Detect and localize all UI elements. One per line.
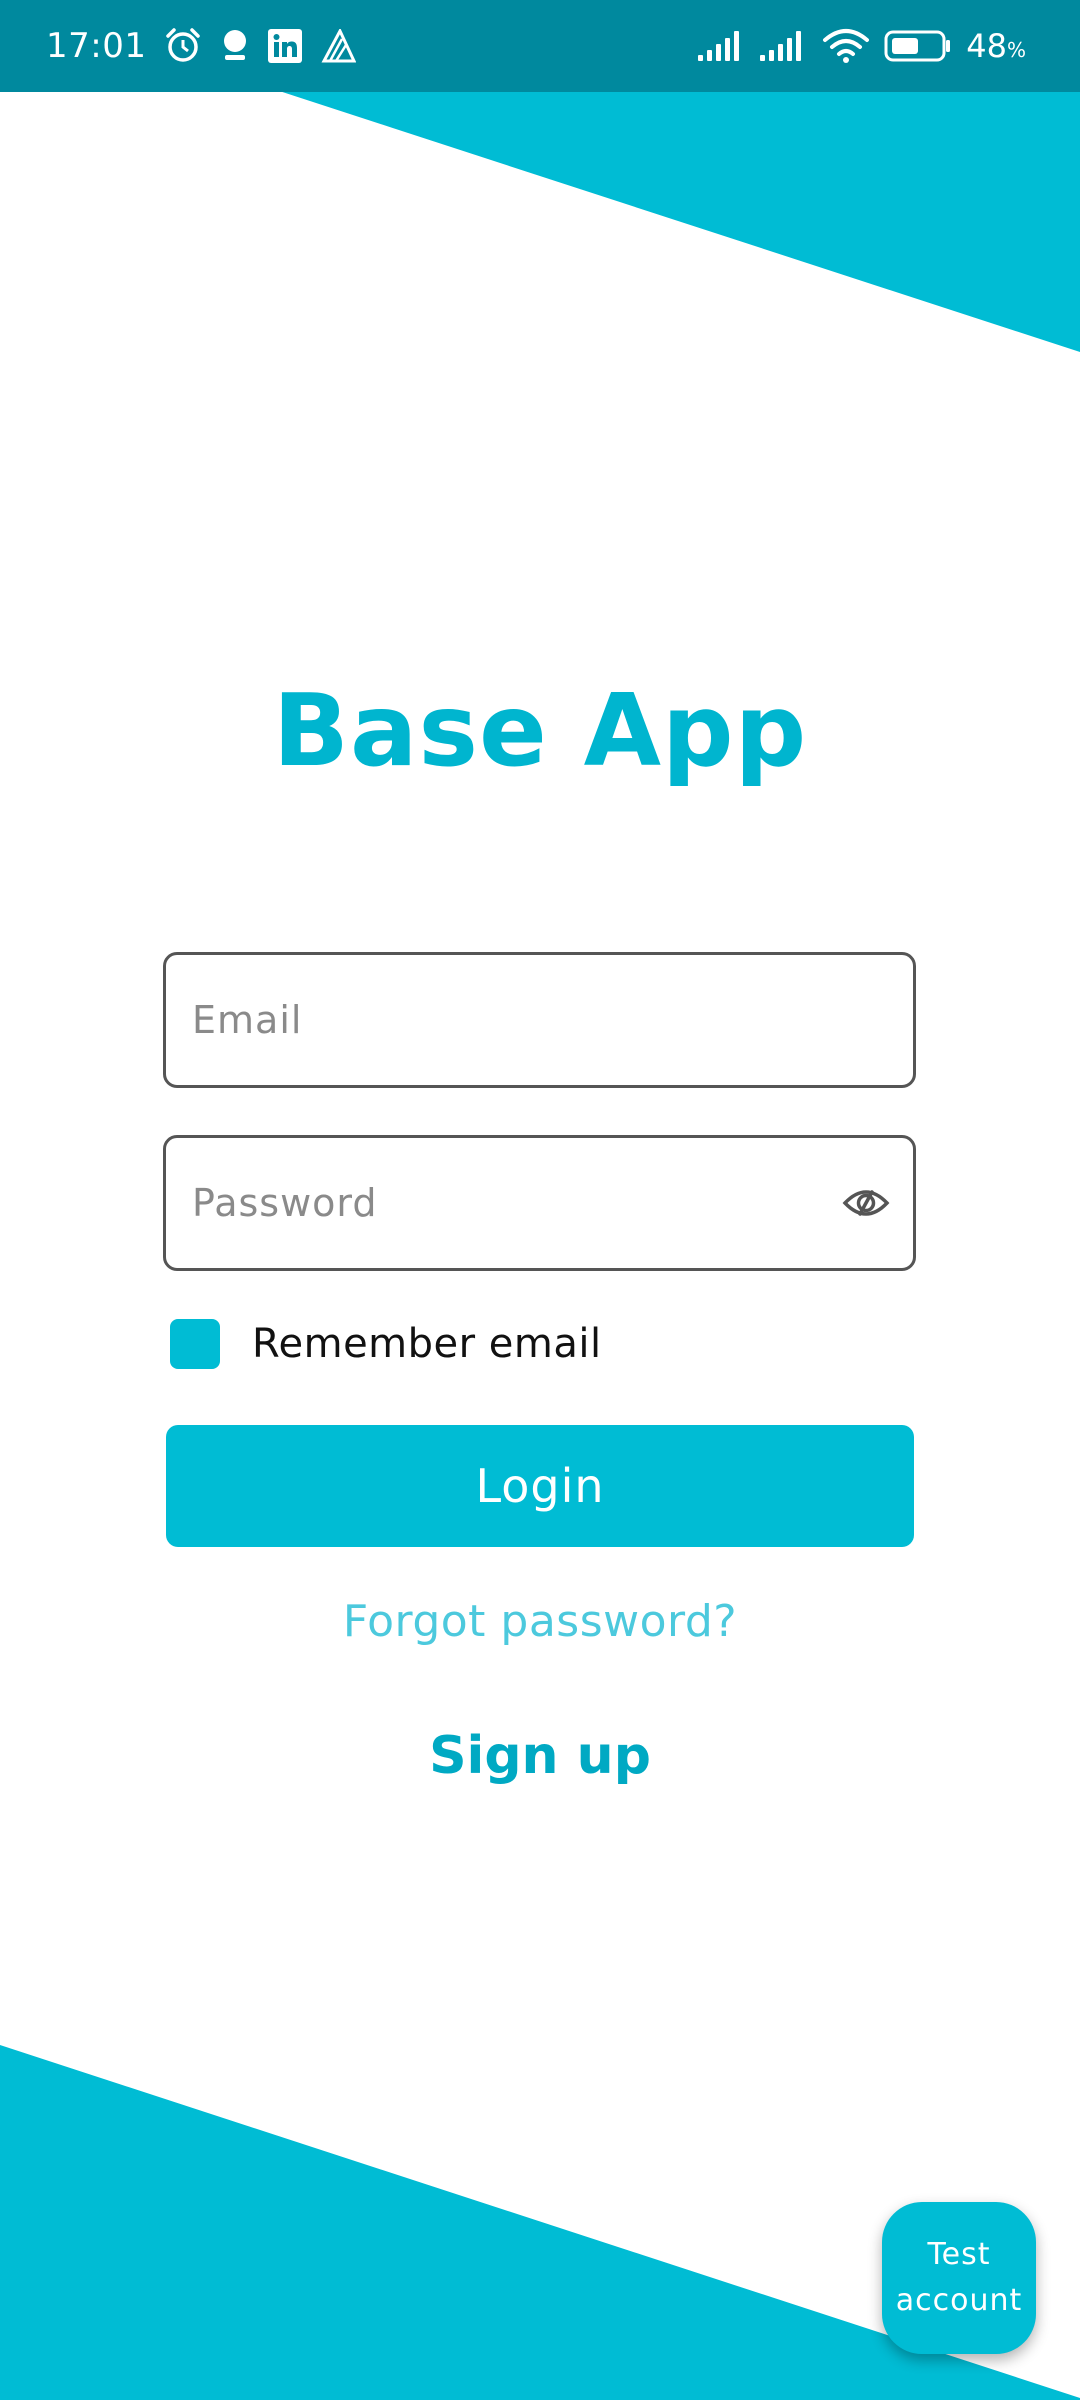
status-right: 48% — [698, 0, 1026, 92]
remember-email-checkbox[interactable] — [170, 1319, 220, 1369]
remember-email-label[interactable]: Remember email — [252, 1321, 602, 1367]
test-account-button[interactable]: Test account — [882, 2202, 1036, 2354]
password-field[interactable] — [166, 1138, 913, 1268]
signal-icon — [760, 31, 808, 61]
status-bar: 17:01 48% — [0, 0, 1080, 92]
password-field-container[interactable] — [163, 1135, 916, 1271]
battery-percent: 48% — [966, 27, 1026, 65]
login-button[interactable]: Login — [166, 1425, 914, 1547]
alarm-icon — [164, 27, 202, 65]
email-field-container[interactable] — [163, 952, 916, 1088]
linkedin-icon — [268, 29, 303, 63]
test-account-line1: Test — [927, 2237, 991, 2272]
signal-icon — [698, 31, 746, 61]
app-title: Base App — [272, 672, 808, 789]
wifi-icon — [822, 28, 870, 64]
email-field[interactable] — [166, 955, 913, 1085]
eye-icon[interactable] — [841, 1183, 891, 1223]
remember-email-row: Remember email — [170, 1318, 602, 1370]
notification-icon — [220, 28, 250, 64]
sign-up-link[interactable]: Sign up — [0, 1726, 1080, 1786]
status-time: 17:01 — [46, 26, 147, 66]
forgot-password-link[interactable]: Forgot password? — [0, 1596, 1080, 1647]
test-account-line2: account — [895, 2283, 1023, 2318]
status-left: 17:01 — [46, 0, 357, 92]
app-icon — [320, 29, 357, 63]
battery-icon — [884, 30, 952, 62]
